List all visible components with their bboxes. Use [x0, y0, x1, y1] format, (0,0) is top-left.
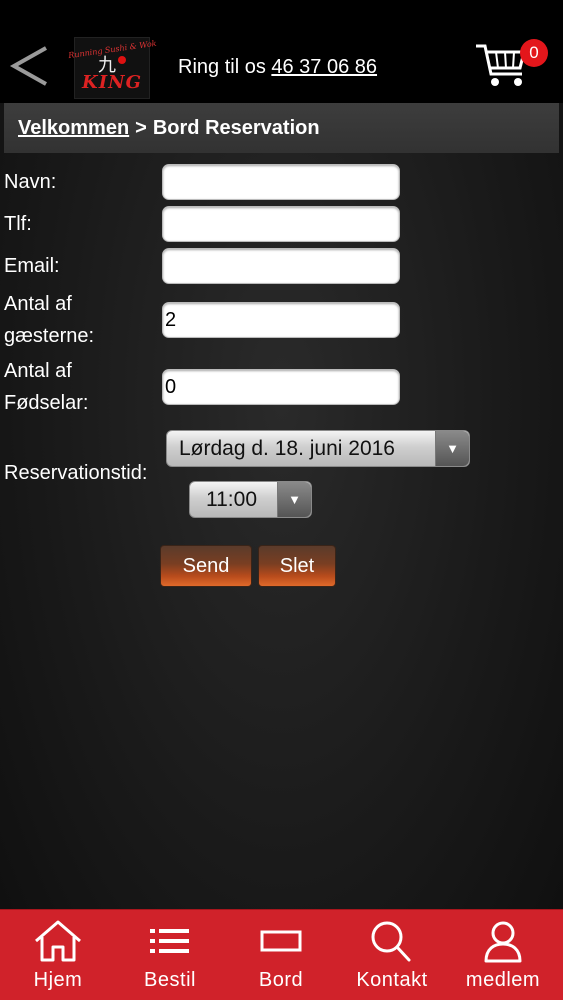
- date-select[interactable]: Lørdag d. 18. juni 2016 ▼: [166, 430, 470, 467]
- guests-label-line1: Antal af: [4, 293, 72, 315]
- send-button[interactable]: Send: [160, 545, 252, 587]
- name-label: Navn:: [4, 171, 57, 193]
- nav-item-order[interactable]: Bestil: [118, 910, 222, 1000]
- breadcrumb-home-link[interactable]: Velkommen: [18, 117, 129, 140]
- phone-field[interactable]: [162, 206, 400, 242]
- cart-count-badge: 0: [520, 39, 548, 67]
- email-field[interactable]: [162, 248, 400, 284]
- nav-label: medlem: [465, 969, 541, 991]
- breadcrumb-current: Bord Reservation: [152, 116, 320, 139]
- breadcrumb: Velkommen > Bord Reservation: [4, 103, 559, 153]
- highchairs-field[interactable]: 0: [162, 369, 400, 405]
- nav-item-table[interactable]: Bord: [229, 910, 333, 1000]
- phone-label: Tlf:: [4, 213, 32, 235]
- logo-title: KING: [82, 71, 142, 93]
- bottom-nav: Hjem Bestil Bord Kontakt medlem: [0, 909, 563, 1000]
- app-header: Running Sushi & Wok 九 KING Ring til os 4…: [0, 0, 563, 103]
- phone-link[interactable]: 46 37 06 86: [271, 56, 377, 78]
- clear-button[interactable]: Slet: [258, 545, 336, 587]
- guests-label-line2: gæsterne:: [4, 325, 95, 347]
- chevron-down-icon: ▼: [435, 431, 469, 466]
- reservation-time-label: Reservationstid:: [4, 462, 148, 484]
- nav-label: Hjem: [33, 969, 83, 991]
- nav-label: Kontakt: [356, 969, 428, 991]
- guests-field[interactable]: 2: [162, 302, 400, 338]
- table-icon: [260, 930, 302, 952]
- logo-mark: 九: [98, 55, 126, 74]
- nav-label: Bord: [258, 969, 304, 991]
- list-icon: [150, 929, 189, 953]
- phone-info: Ring til os 46 37 06 86: [178, 56, 377, 79]
- name-field[interactable]: [162, 164, 400, 200]
- nav-item-home[interactable]: Hjem: [6, 910, 110, 1000]
- date-select-value: Lørdag d. 18. juni 2016: [179, 436, 395, 460]
- back-button[interactable]: [8, 44, 50, 88]
- highchairs-label-line1: Antal af: [4, 360, 72, 382]
- home-icon: [35, 920, 81, 962]
- nav-label: Bestil: [144, 969, 196, 991]
- breadcrumb-separator: >: [135, 116, 147, 139]
- time-select[interactable]: 11:00 ▼: [189, 481, 312, 518]
- user-icon: [484, 921, 522, 963]
- search-icon: [371, 921, 411, 962]
- phone-prefix: Ring til os: [178, 56, 266, 78]
- back-chevron-icon: [9, 46, 47, 86]
- chevron-down-icon: ▼: [277, 482, 311, 517]
- highchairs-label-line2: Fødselar:: [4, 392, 89, 414]
- nav-item-member[interactable]: medlem: [451, 910, 555, 1000]
- restaurant-logo[interactable]: Running Sushi & Wok 九 KING: [67, 37, 157, 99]
- nav-item-contact[interactable]: Kontakt: [340, 910, 444, 1000]
- time-select-value: 11:00: [206, 487, 257, 511]
- email-label: Email:: [4, 255, 60, 277]
